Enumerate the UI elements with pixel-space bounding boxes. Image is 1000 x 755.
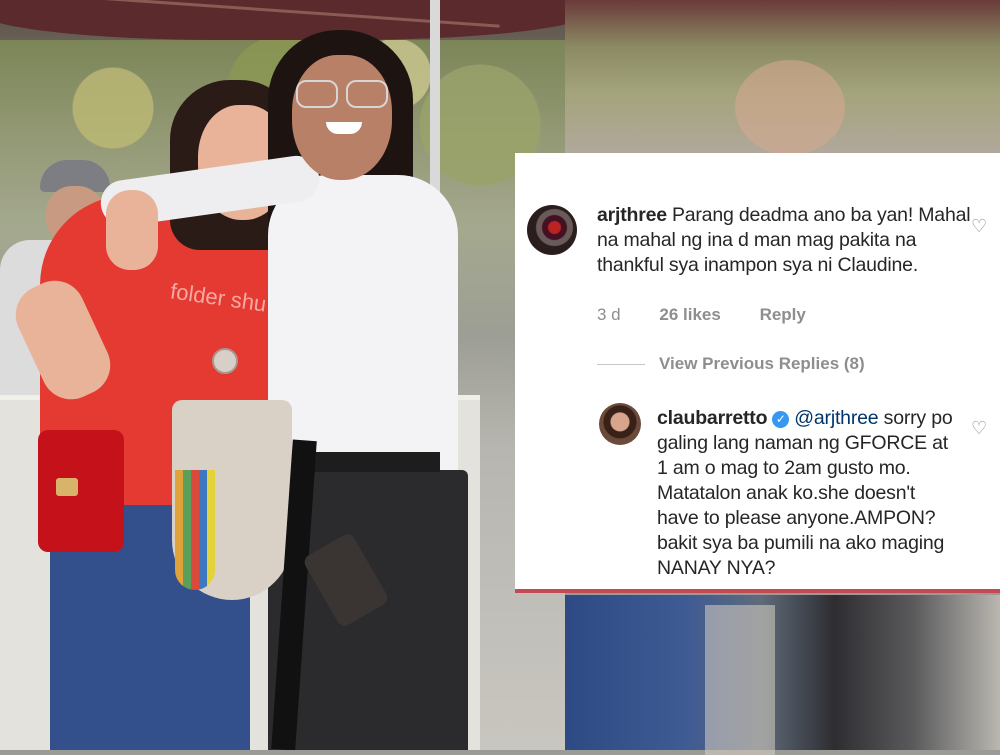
comment-card: arjthree Parang deadma ano ba yan! Mahal … — [515, 153, 1000, 593]
divider — [597, 363, 645, 365]
comment-text: arjthree Parang deadma ano ba yan! Mahal … — [597, 203, 977, 278]
avatar-arjthree[interactable] — [527, 205, 577, 255]
username-link[interactable]: claubarretto — [657, 407, 767, 429]
girl-face — [292, 55, 392, 180]
comment-meta: 3 d 26 likes Reply — [597, 305, 840, 325]
blurred-background-bottom — [565, 595, 1000, 755]
heart-outline-icon[interactable]: ♡ — [971, 217, 989, 235]
tent-awning — [0, 0, 565, 40]
necklace-pendant — [212, 348, 238, 374]
heart-outline-icon[interactable]: ♡ — [971, 419, 989, 437]
card-edge — [515, 589, 1000, 593]
avatar-claubarretto[interactable] — [599, 403, 641, 445]
username-link[interactable]: arjthree — [597, 204, 667, 226]
comment-age: 3 d — [597, 305, 621, 324]
blurred-background-top — [565, 0, 1000, 155]
verified-badge-icon: ✓ — [772, 411, 790, 428]
red-handbag — [38, 430, 124, 552]
view-previous-replies-label: View Previous Replies (8) — [659, 354, 865, 373]
view-previous-replies[interactable]: View Previous Replies (8) — [597, 354, 865, 374]
reply-button[interactable]: Reply — [760, 305, 806, 324]
reply-body: sorry po galing lang naman ng GFORCE at … — [657, 407, 953, 579]
mention-link[interactable]: @arjthree — [794, 407, 878, 429]
glasses — [296, 80, 388, 108]
likes-count[interactable]: 26 likes — [659, 305, 720, 324]
reply-text: claubarretto ✓ @arjthree sorry po galing l… — [657, 406, 957, 581]
photo: folder shu — [0, 0, 565, 750]
